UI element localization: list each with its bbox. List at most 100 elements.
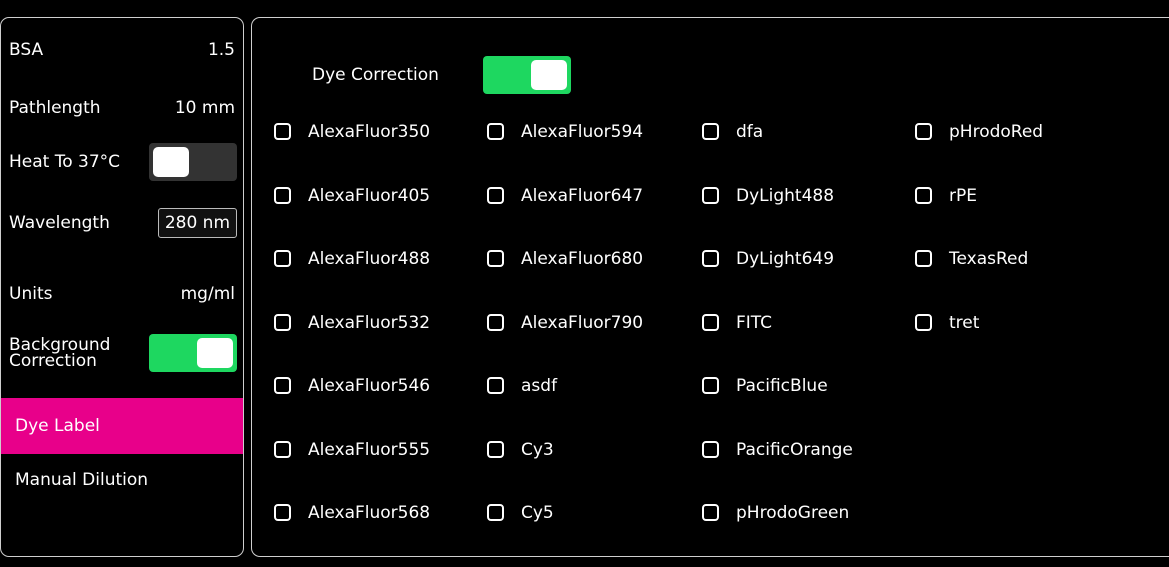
checkbox-unchecked-icon[interactable]: [274, 504, 291, 521]
checkbox-unchecked-icon[interactable]: [702, 313, 719, 331]
dye-option-label: Cy3: [521, 439, 554, 460]
dye-checkbox-grid: AlexaFluor350 AlexaFluor405 AlexaFluor488 A…: [274, 122, 1115, 567]
dye-option[interactable]: dfa: [702, 122, 915, 186]
heat-row: Heat To 37°C: [9, 143, 237, 181]
checkbox-unchecked-icon[interactable]: [274, 250, 291, 267]
dye-option-label: tret: [949, 312, 980, 333]
dye-option[interactable]: AlexaFluor546: [274, 376, 487, 440]
checkbox-unchecked-icon[interactable]: [702, 186, 719, 204]
dye-option-label: asdf: [521, 376, 558, 396]
wavelength-field[interactable]: 280 nm: [157, 208, 237, 238]
dye-option-label: AlexaFluor647: [521, 185, 644, 206]
dye-option[interactable]: Cy3: [487, 440, 702, 504]
dye-option-label: AlexaFluor488: [308, 249, 431, 269]
checkbox-unchecked-icon[interactable]: [487, 377, 504, 394]
wavelength-row: Wavelength 280 nm: [9, 208, 237, 238]
checkbox-unchecked-icon[interactable]: [702, 440, 719, 458]
dye-option-label: DyLight649: [736, 249, 835, 269]
dye-option-label: Cy5: [521, 503, 554, 523]
dye-option-label: pHrodoGreen: [736, 503, 850, 523]
checkbox-unchecked-icon[interactable]: [702, 250, 719, 267]
checkbox-unchecked-icon[interactable]: [487, 440, 504, 458]
background-correction-row: Background Correction: [9, 334, 237, 372]
checkbox-unchecked-icon[interactable]: [915, 186, 932, 204]
dye-option[interactable]: TexasRed: [915, 249, 1115, 313]
dye-option[interactable]: AlexaFluor680: [487, 249, 702, 313]
checkbox-unchecked-icon[interactable]: [274, 123, 291, 140]
checkbox-unchecked-icon[interactable]: [274, 313, 291, 331]
dye-option[interactable]: AlexaFluor594: [487, 122, 702, 186]
checkbox-unchecked-icon[interactable]: [702, 504, 719, 521]
checkbox-unchecked-icon[interactable]: [915, 313, 932, 331]
dye-option[interactable]: FITC: [702, 313, 915, 377]
checkbox-unchecked-icon[interactable]: [702, 377, 719, 394]
dye-option[interactable]: tret: [915, 313, 1115, 377]
dye-correction-label: Dye Correction: [312, 65, 439, 85]
nav-item-dye-label[interactable]: Dye Label: [1, 398, 243, 454]
dye-option-label: dfa: [736, 122, 764, 142]
checkbox-unchecked-icon[interactable]: [487, 186, 504, 204]
dye-option-label: rPE: [949, 185, 977, 206]
dye-option[interactable]: AlexaFluor405: [274, 186, 487, 250]
background-correction-toggle-knob: [197, 338, 233, 368]
dye-option[interactable]: PacificOrange: [702, 440, 915, 504]
wavelength-label: Wavelength: [9, 213, 110, 233]
bsa-row[interactable]: BSA 1.5: [9, 40, 235, 60]
dye-option[interactable]: AlexaFluor555: [274, 440, 487, 504]
checkbox-unchecked-icon[interactable]: [915, 123, 932, 140]
heat-label: Heat To 37°C: [9, 152, 121, 172]
dye-option[interactable]: AlexaFluor488: [274, 249, 487, 313]
heat-toggle[interactable]: [149, 143, 237, 181]
dye-option-label: AlexaFluor555: [308, 439, 431, 460]
dye-option[interactable]: pHrodoGreen: [702, 503, 915, 567]
background-correction-toggle[interactable]: [149, 334, 237, 372]
dye-option-label: DyLight488: [736, 185, 835, 206]
units-label: Units: [9, 284, 53, 304]
dye-option[interactable]: AlexaFluor568: [274, 503, 487, 567]
checkbox-unchecked-icon[interactable]: [274, 377, 291, 394]
dye-correction-row: Dye Correction: [312, 56, 571, 94]
dye-option-label: AlexaFluor546: [308, 376, 431, 396]
dye-option-label: AlexaFluor405: [308, 185, 431, 206]
dye-option[interactable]: DyLight649: [702, 249, 915, 313]
pathlength-row[interactable]: Pathlength 10 mm: [9, 98, 235, 118]
nav-item-manual-dilution[interactable]: Manual Dilution: [1, 454, 243, 506]
dye-option-label: AlexaFluor680: [521, 249, 644, 269]
units-row[interactable]: Units mg/ml: [9, 284, 235, 304]
dye-option-label: AlexaFluor594: [521, 122, 644, 142]
dye-option[interactable]: asdf: [487, 376, 702, 440]
bsa-value: 1.5: [207, 40, 235, 60]
dye-option-label: AlexaFluor532: [308, 312, 431, 333]
dye-option-label: PacificOrange: [736, 439, 853, 460]
nav-item-dye-label-text: Dye Label: [15, 416, 100, 436]
checkbox-unchecked-icon[interactable]: [487, 313, 504, 331]
dye-option[interactable]: rPE: [915, 186, 1115, 250]
dye-option[interactable]: pHrodoRed: [915, 122, 1115, 186]
dye-option-label: TexasRed: [949, 249, 1029, 269]
dye-option[interactable]: PacificBlue: [702, 376, 915, 440]
dye-option[interactable]: Cy5: [487, 503, 702, 567]
background-correction-label: Background Correction: [9, 337, 110, 370]
dye-option[interactable]: AlexaFluor532: [274, 313, 487, 377]
heat-toggle-knob: [153, 147, 189, 177]
dye-option-label: PacificBlue: [736, 376, 828, 396]
checkbox-unchecked-icon[interactable]: [274, 186, 291, 204]
dye-correction-toggle[interactable]: [482, 56, 571, 94]
pathlength-value: 10 mm: [174, 98, 235, 118]
checkbox-unchecked-icon[interactable]: [274, 440, 291, 458]
settings-sidebar: BSA 1.5 Pathlength 10 mm Heat To 37°C Wa…: [0, 17, 244, 557]
pathlength-label: Pathlength: [9, 98, 101, 118]
nav-item-manual-dilution-text: Manual Dilution: [15, 470, 149, 490]
checkbox-unchecked-icon[interactable]: [702, 123, 719, 140]
checkbox-unchecked-icon[interactable]: [915, 250, 932, 267]
dye-option-label: FITC: [736, 312, 773, 333]
dye-option[interactable]: AlexaFluor350: [274, 122, 487, 186]
dye-option-label: AlexaFluor790: [521, 312, 644, 333]
bsa-label: BSA: [9, 40, 44, 60]
dye-option[interactable]: AlexaFluor647: [487, 186, 702, 250]
dye-option[interactable]: DyLight488: [702, 186, 915, 250]
dye-option[interactable]: AlexaFluor790: [487, 313, 702, 377]
checkbox-unchecked-icon[interactable]: [487, 504, 504, 521]
checkbox-unchecked-icon[interactable]: [487, 250, 504, 267]
checkbox-unchecked-icon[interactable]: [487, 123, 504, 140]
